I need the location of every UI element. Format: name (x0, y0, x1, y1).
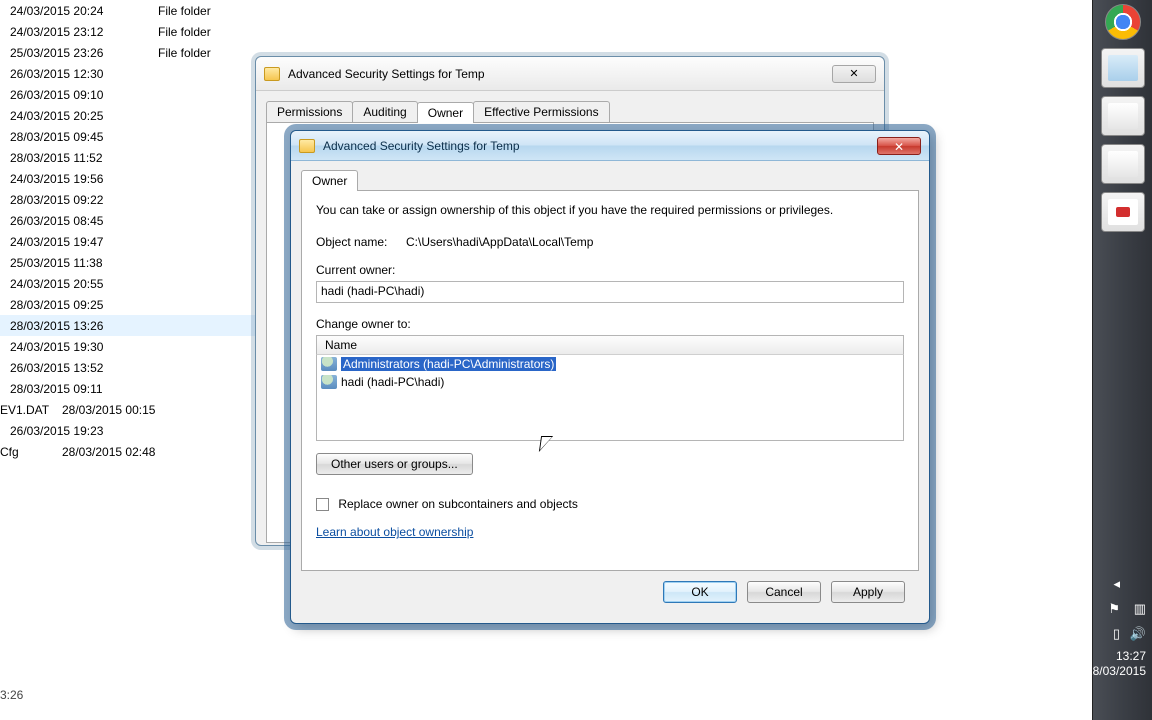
folder-icon (264, 67, 280, 81)
object-name-label: Object name: (316, 235, 406, 249)
pdf-icon[interactable] (1101, 192, 1145, 232)
network-icon[interactable]: ▥ (1128, 601, 1146, 618)
titlebar[interactable]: Advanced Security Settings for Temp ✕ (256, 57, 884, 91)
folder-icon (299, 139, 315, 153)
dialog-button-row: OK Cancel Apply (301, 571, 919, 613)
battery-icon[interactable]: ▯ (1102, 626, 1120, 643)
tab-page: You can take or assign ownership of this… (301, 191, 919, 571)
tab-permissions[interactable]: Permissions (266, 101, 353, 122)
tab-strip: Permissions Auditing Owner Effective Per… (266, 101, 874, 123)
replace-owner-label: Replace owner on subcontainers and objec… (338, 497, 577, 511)
volume-icon[interactable]: 🔊 (1128, 626, 1146, 643)
cursor-icon (540, 436, 554, 456)
chrome-icon[interactable] (1105, 4, 1141, 40)
close-button[interactable]: ✕ (877, 137, 921, 155)
user-icon (321, 375, 337, 389)
owner-item-administrators[interactable]: Administrators (hadi-PC\Administrators) (317, 355, 903, 373)
object-name-value: C:\Users\hadi\AppData\Local\Temp (406, 235, 593, 249)
group-icon (321, 357, 337, 371)
dialog-advanced-security-inner: Advanced Security Settings for Temp ✕ Ow… (290, 130, 930, 624)
tab-effective-permissions[interactable]: Effective Permissions (473, 101, 610, 122)
current-owner-field: hadi (hadi-PC\hadi) (316, 281, 904, 303)
learn-link[interactable]: Learn about object ownership (316, 525, 473, 539)
tab-owner[interactable]: Owner (417, 102, 474, 123)
other-users-button[interactable]: Other users or groups... (316, 453, 473, 475)
window-title: Advanced Security Settings for Temp (323, 139, 520, 153)
table-row[interactable]: 24/03/2015 20:24File folder (0, 0, 900, 21)
app-icon[interactable] (1101, 144, 1145, 184)
titlebar[interactable]: Advanced Security Settings for Temp ✕ (291, 131, 929, 161)
app-icon[interactable] (1101, 96, 1145, 136)
tray-arrow-icon[interactable]: ◂ (1102, 576, 1120, 593)
owner-list-header[interactable]: Name (316, 335, 904, 355)
change-owner-label: Change owner to: (316, 317, 904, 331)
table-row[interactable]: 24/03/2015 23:12File folder (0, 21, 900, 42)
replace-owner-checkbox[interactable] (316, 498, 329, 511)
owner-list[interactable]: Administrators (hadi-PC\Administrators) … (316, 355, 904, 441)
owner-item-hadi[interactable]: hadi (hadi-PC\hadi) (317, 373, 903, 391)
apply-button[interactable]: Apply (831, 581, 905, 603)
flag-icon[interactable]: ⚑ (1102, 601, 1120, 618)
tab-strip: Owner (301, 169, 919, 191)
window-title: Advanced Security Settings for Temp (288, 67, 485, 81)
cancel-button[interactable]: Cancel (747, 581, 821, 603)
tray-date[interactable]: 28/03/2015 (1086, 664, 1146, 680)
system-tray: ◂ ⚑ ▥ ▯ 🔊 13:27 28/03/2015 (1086, 576, 1146, 680)
close-button[interactable]: ✕ (832, 65, 876, 83)
taskbar: FR ◂ ⚑ ▥ ▯ 🔊 13:27 28/03/2015 (1092, 0, 1152, 720)
app-icon[interactable] (1101, 48, 1145, 88)
tray-time[interactable]: 13:27 (1086, 649, 1146, 665)
tab-auditing[interactable]: Auditing (352, 101, 417, 122)
clock-partial: 3:26 (0, 688, 23, 702)
current-owner-label: Current owner: (316, 263, 904, 277)
tab-owner[interactable]: Owner (301, 170, 358, 191)
intro-text: You can take or assign ownership of this… (316, 203, 904, 217)
ok-button[interactable]: OK (663, 581, 737, 603)
desktop: 24/03/2015 20:24File folder 24/03/2015 2… (0, 0, 1152, 720)
